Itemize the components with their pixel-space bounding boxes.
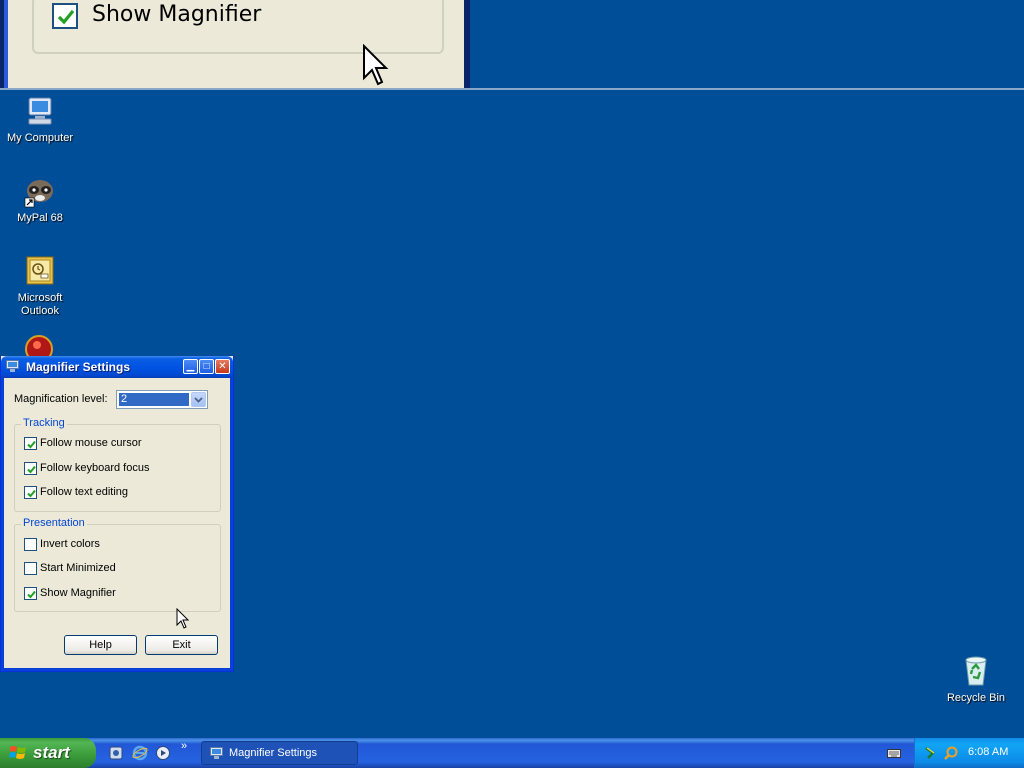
magnified-cursor-icon [363, 44, 389, 86]
checkmark-icon [27, 465, 36, 474]
magnification-level-label: Magnification level: [14, 393, 108, 405]
magnifier-view-pane: Show Magnifier [0, 0, 1024, 90]
checkbox-box[interactable] [24, 562, 37, 575]
checkbox-label: Invert colors [40, 538, 100, 550]
start-label: start [33, 743, 70, 762]
desktop-icon-label: My Computer [6, 132, 74, 144]
magnified-window-edge [464, 0, 470, 88]
partial-desktop-icon [24, 334, 54, 356]
checkbox-label: Show Magnifier [40, 587, 116, 599]
checkbox-box[interactable] [24, 538, 37, 551]
system-tray: 6:08 AM [914, 738, 1024, 768]
start-button[interactable]: start [0, 738, 96, 768]
minimize-button[interactable]: ▁ [183, 359, 198, 374]
checkbox-label: Follow mouse cursor [40, 437, 142, 449]
internet-explorer-icon[interactable] [132, 745, 148, 761]
desktop-icon-mypal[interactable]: MyPal 68 [2, 174, 78, 225]
magnifier-app-icon [210, 747, 223, 759]
network-icon[interactable] [924, 745, 940, 761]
maximize-icon: □ [203, 361, 210, 372]
desktop-icon-my-computer[interactable]: My Computer [2, 94, 78, 145]
checkmark-icon [27, 590, 36, 599]
outlook-icon [23, 254, 57, 288]
magnified-dialog-area: Show Magnifier [8, 0, 464, 88]
help-button[interactable]: Help [64, 635, 137, 655]
media-player-icon[interactable] [155, 745, 171, 761]
media-icon[interactable] [108, 745, 124, 761]
magnified-checkbox-label: Show Magnifier [92, 2, 262, 27]
magnification-level-value: 2 [119, 393, 189, 406]
taskbar: start » Magnifier Settings 6:08 AM [0, 738, 1024, 768]
magnifier-icon[interactable] [943, 745, 959, 761]
exit-button[interactable]: Exit [145, 635, 218, 655]
checkbox-label: Follow text editing [40, 486, 129, 498]
mouse-cursor-icon [176, 608, 190, 629]
desktop-icon-label: Microsoft Outlook [17, 292, 63, 317]
windows-logo-icon [9, 746, 26, 759]
checkbox-box[interactable] [24, 437, 37, 450]
checkbox-label: Start Minimized [40, 562, 116, 574]
checkbox-label: Follow keyboard focus [40, 462, 150, 474]
window-title: Magnifier Settings [26, 360, 131, 374]
mypal-raccoon-icon [23, 174, 57, 208]
chevron-down-icon [194, 397, 203, 403]
magnification-level-select[interactable]: 2 [116, 390, 208, 409]
desktop-icon-label: Recycle Bin [946, 692, 1006, 704]
dropdown-button[interactable] [191, 392, 206, 407]
desktop-icon-recycle-bin[interactable]: Recycle Bin [938, 654, 1014, 705]
magnified-window-border [0, 0, 8, 88]
keyboard-icon[interactable] [887, 747, 901, 759]
magnifier-app-icon [6, 360, 19, 372]
presentation-group-title: Presentation [21, 517, 87, 529]
computer-icon [23, 94, 57, 128]
title-bar[interactable]: Magnifier Settings ▁ □ ✕ [1, 356, 233, 378]
checkbox-box[interactable] [24, 486, 37, 499]
minimize-icon: ▁ [186, 361, 195, 372]
close-button[interactable]: ✕ [215, 359, 230, 374]
quick-launch-more-icon[interactable]: » [181, 740, 187, 752]
window-border-bottom [1, 668, 233, 671]
clock: 6:08 AM [968, 746, 1009, 758]
close-icon: ✕ [218, 361, 227, 372]
taskbar-button-label: Magnifier Settings [229, 747, 318, 759]
checkbox-box[interactable] [24, 587, 37, 600]
checkmark-icon [27, 440, 36, 449]
window-border-right [230, 378, 233, 671]
tracking-group-title: Tracking [21, 417, 67, 429]
desktop-icon-outlook[interactable]: Microsoft Outlook [2, 254, 78, 318]
magnified-checkbox [52, 3, 78, 29]
checkmark-icon [27, 489, 36, 498]
recycle-bin-icon [959, 654, 993, 688]
maximize-button[interactable]: □ [199, 359, 214, 374]
taskbar-button-magnifier-settings[interactable]: Magnifier Settings [201, 741, 358, 765]
desktop-icon-label: MyPal 68 [17, 212, 63, 224]
checkbox-box[interactable] [24, 462, 37, 475]
window-border-left [1, 378, 4, 671]
